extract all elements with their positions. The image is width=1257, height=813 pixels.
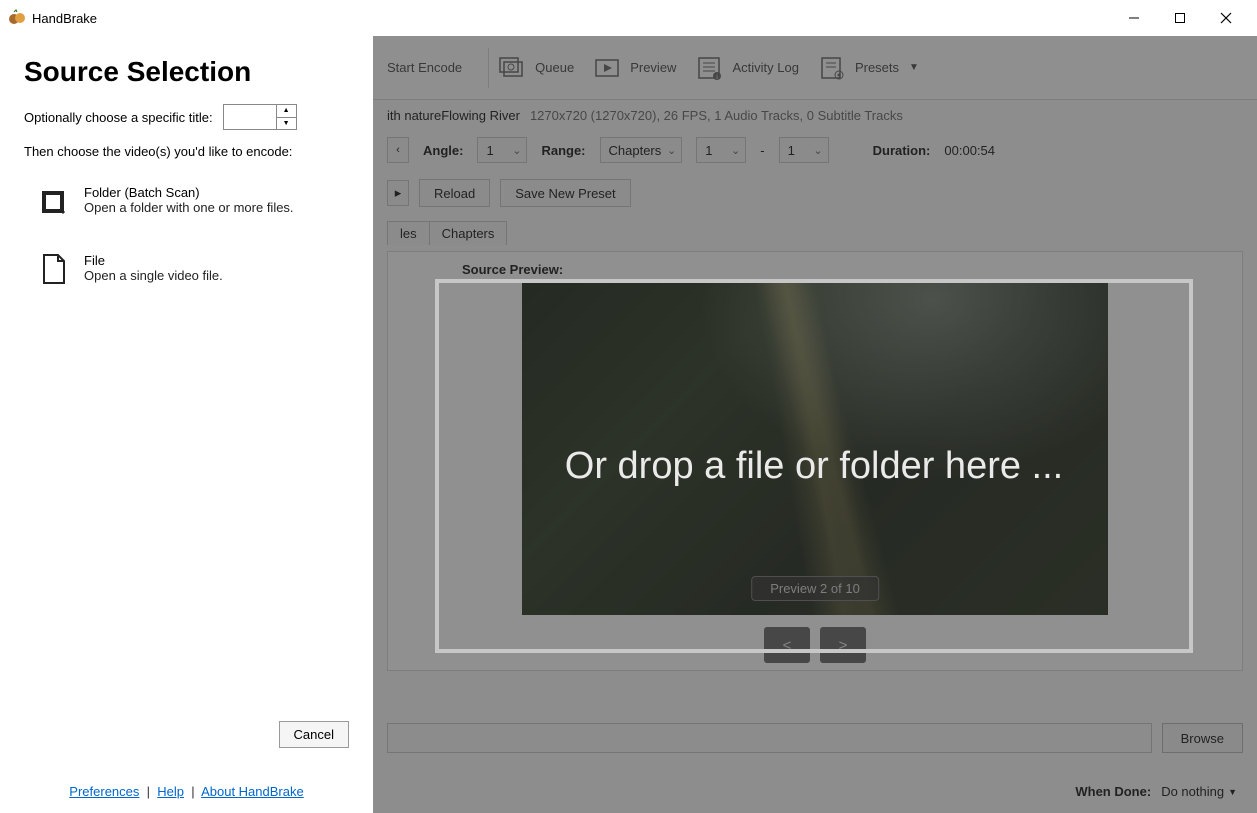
angle-label: Angle: [423, 143, 463, 158]
queue-button[interactable]: Queue [497, 55, 574, 81]
range-sep: - [760, 143, 764, 158]
app-icon [8, 9, 26, 27]
encode-instruction: Then choose the video(s) you'd like to e… [24, 144, 349, 159]
duration-value: 00:00:54 [944, 143, 995, 158]
source-meta: 1270x720 (1270x720), 26 FPS, 1 Audio Tra… [530, 108, 903, 123]
spinner-up-icon[interactable]: ▲ [277, 105, 296, 118]
save-row: Browse [387, 723, 1243, 753]
folder-icon [40, 185, 68, 217]
preview-panel: Source Preview: Preview 2 of 10 < > [387, 251, 1243, 671]
toolbar-queue-label: Queue [535, 60, 574, 75]
toolbar: Start Encode Queue Preview i Activity Lo… [373, 36, 1257, 100]
close-button[interactable] [1203, 3, 1249, 33]
about-link[interactable]: About HandBrake [201, 784, 304, 799]
source-info-line: ith natureFlowing River 1270x720 (1270x7… [373, 100, 1257, 131]
file-icon [40, 253, 68, 285]
presets-button[interactable]: Presets ▼ [817, 55, 919, 81]
reload-preset-button[interactable]: Reload [419, 179, 490, 207]
preview-toolbar-button[interactable]: Preview [592, 55, 676, 81]
preview-icon [592, 55, 622, 81]
preview-image: Preview 2 of 10 [522, 283, 1108, 615]
toolbar-startencode-label: Start Encode [387, 60, 462, 75]
footer-links: Preferences | Help | About HandBrake [24, 784, 349, 799]
preset-nav-button[interactable]: ▸ [387, 180, 409, 206]
preview-label: Source Preview: [462, 262, 1218, 277]
source-option-file[interactable]: File Open a single video file. [24, 249, 349, 289]
range-from-dropdown[interactable]: 1 [696, 137, 746, 163]
title-spinner-input[interactable] [223, 104, 277, 130]
folder-option-sub: Open a folder with one or more files. [84, 200, 294, 215]
file-option-title: File [84, 253, 223, 268]
window-controls [1111, 3, 1249, 33]
source-options-row: ‹ Angle: 1 Range: Chapters 1 - 1 Duratio… [373, 131, 1257, 169]
source-selection-panel: Source Selection Optionally choose a spe… [0, 36, 373, 813]
toolbar-divider [488, 48, 489, 88]
title-nav-prev[interactable]: ‹ [387, 137, 409, 163]
activity-log-icon: i [694, 55, 724, 81]
title-spinner[interactable]: ▲ ▼ [223, 104, 297, 130]
save-new-preset-button[interactable]: Save New Preset [500, 179, 630, 207]
source-title: ith natureFlowing River [387, 108, 520, 123]
svg-text:i: i [717, 75, 718, 81]
start-encode-button[interactable]: Start Encode [387, 60, 462, 75]
cancel-button[interactable]: Cancel [279, 721, 349, 748]
source-option-folder[interactable]: Folder (Batch Scan) Open a folder with o… [24, 181, 349, 221]
tab-chapters[interactable]: Chapters [429, 221, 508, 245]
preview-counter: Preview 2 of 10 [751, 576, 879, 601]
app-title: HandBrake [32, 11, 97, 26]
maximize-button[interactable] [1157, 3, 1203, 33]
toolbar-presets-label: Presets [855, 60, 899, 75]
range-type-dropdown[interactable]: Chapters [600, 137, 683, 163]
chevron-down-icon: ▼ [1228, 787, 1237, 797]
preview-next-button[interactable]: > [820, 627, 866, 663]
main-pane: Start Encode Queue Preview i Activity Lo… [373, 36, 1257, 813]
tabs: les Chapters [373, 217, 1257, 245]
preview-prev-button[interactable]: < [764, 627, 810, 663]
file-option-sub: Open a single video file. [84, 268, 223, 283]
titlebar: HandBrake [0, 0, 1257, 36]
minimize-button[interactable] [1111, 3, 1157, 33]
preset-row: ▸ Reload Save New Preset [373, 169, 1257, 217]
angle-dropdown[interactable]: 1 [477, 137, 527, 163]
toolbar-preview-label: Preview [630, 60, 676, 75]
chevron-down-icon: ▼ [909, 62, 919, 73]
duration-label: Duration: [873, 143, 931, 158]
folder-option-title: Folder (Batch Scan) [84, 185, 294, 200]
range-to-dropdown[interactable]: 1 [779, 137, 829, 163]
save-path-input[interactable] [387, 723, 1152, 753]
when-done-row: When Done: Do nothing ▼ [1075, 784, 1237, 799]
title-chooser-label: Optionally choose a specific title: [24, 110, 213, 125]
spinner-down-icon[interactable]: ▼ [277, 118, 296, 130]
browse-button[interactable]: Browse [1162, 723, 1243, 753]
source-selection-heading: Source Selection [24, 56, 349, 88]
help-link[interactable]: Help [157, 784, 184, 799]
presets-icon [817, 55, 847, 81]
preferences-link[interactable]: Preferences [69, 784, 139, 799]
when-done-label: When Done: [1075, 784, 1151, 799]
activity-log-button[interactable]: i Activity Log [694, 55, 798, 81]
tab-subtitles[interactable]: les [387, 221, 430, 245]
preview-nav: < > [412, 627, 1218, 663]
toolbar-activitylog-label: Activity Log [732, 60, 798, 75]
range-label: Range: [541, 143, 585, 158]
when-done-dropdown[interactable]: Do nothing ▼ [1161, 784, 1237, 799]
queue-icon [497, 55, 527, 81]
